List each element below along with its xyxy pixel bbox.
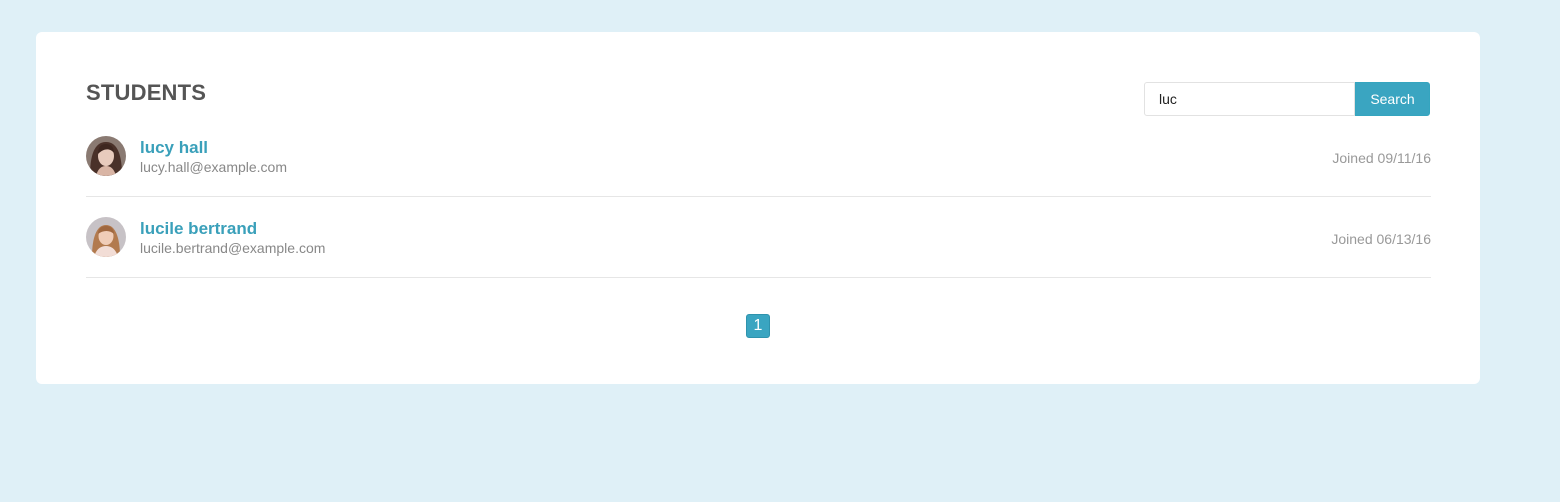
page-title: STUDENTS — [86, 80, 207, 105]
student-email: lucy.hall@example.com — [140, 159, 288, 175]
pagination: 1 — [746, 314, 770, 338]
avatar — [86, 217, 126, 257]
search-bar: Search — [1144, 82, 1430, 116]
search-button[interactable]: Search — [1355, 82, 1430, 116]
joined-date: Joined 09/11/16 — [1332, 150, 1431, 166]
page-button-current[interactable]: 1 — [746, 314, 770, 338]
joined-date: Joined 06/13/16 — [1331, 231, 1431, 247]
list-item: lucy hall lucy.hall@example.com Joined 0… — [86, 116, 1431, 197]
student-list: lucy hall lucy.hall@example.com Joined 0… — [86, 116, 1431, 278]
students-card: STUDENTS Search lucy hall lucy.hall@exam… — [36, 32, 1480, 384]
student-name-link[interactable]: lucile bertrand — [140, 219, 257, 239]
avatar — [86, 136, 126, 176]
list-item: lucile bertrand lucile.bertrand@example.… — [86, 197, 1431, 278]
search-input[interactable] — [1144, 82, 1355, 116]
student-email: lucile.bertrand@example.com — [140, 240, 326, 256]
student-name-link[interactable]: lucy hall — [140, 138, 208, 158]
